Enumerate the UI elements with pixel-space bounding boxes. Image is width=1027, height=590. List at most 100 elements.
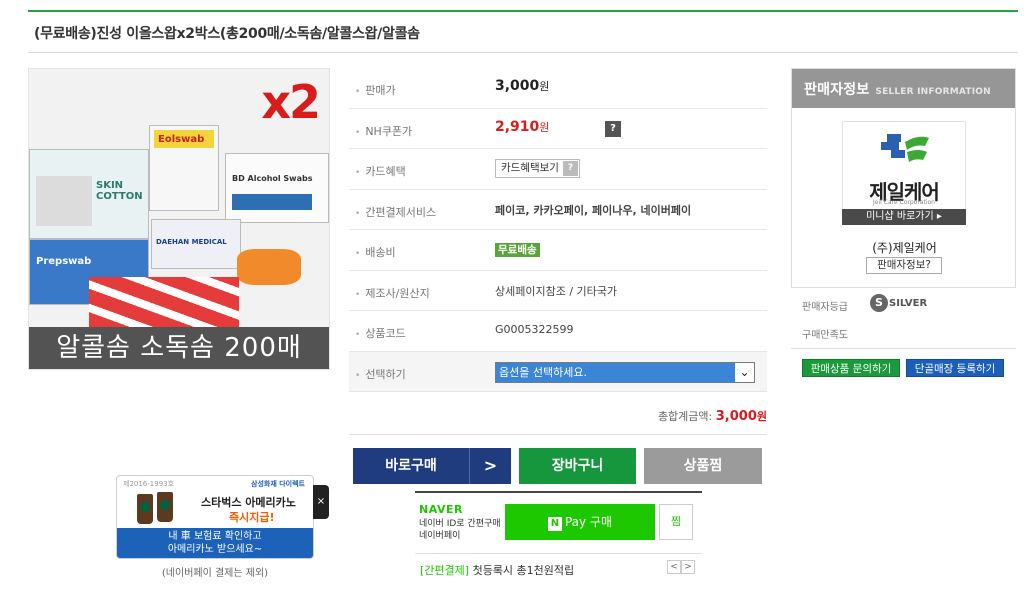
buy-now-label: 바로구매 bbox=[385, 458, 437, 474]
shipping-value: 무료배송 bbox=[495, 242, 540, 257]
silver-grade-icon: S bbox=[870, 294, 888, 312]
row-card-benefit: 카드혜택 카드혜택보기? bbox=[349, 149, 767, 190]
question-icon: ? bbox=[562, 161, 578, 176]
image-box-skin-cotton: SKIN COTTON bbox=[29, 149, 149, 239]
seller-heading-en: SELLER INFORMATION bbox=[875, 87, 991, 97]
coffee-cup-icon bbox=[157, 492, 173, 522]
seller-heading-ko: 판매자정보 bbox=[804, 82, 870, 98]
easy-pay-value: 페이코, 카카오페이, 페이나우, 네이버페이 bbox=[495, 203, 692, 217]
image-badge-x2: x2 bbox=[261, 75, 321, 129]
prev-icon[interactable]: < bbox=[667, 560, 681, 574]
row-option-select: 선택하기 옵션을 선택하세요. ⌄ bbox=[349, 351, 767, 392]
image-box-label-prepswab: Prepswab bbox=[36, 256, 92, 267]
easy-pay-label: 간편결제서비스 bbox=[355, 204, 436, 220]
option-select-value: 옵션을 선택하세요. bbox=[499, 365, 587, 379]
wishlist-button[interactable]: 상품찜 bbox=[644, 448, 762, 484]
naver-desc-line1: 네이버 ID로 간편구매 bbox=[419, 519, 501, 529]
row-coupon-price: NH쿠폰가 2,910원 ? bbox=[349, 109, 767, 149]
ad-note: (네이버페이 결제는 제외) bbox=[161, 568, 269, 579]
add-to-cart-button[interactable]: 장바구니 bbox=[519, 448, 636, 484]
option-select-label: 선택하기 bbox=[355, 366, 405, 382]
top-accent-bar bbox=[28, 10, 1018, 12]
product-inquiry-button[interactable]: 판매상품 문의하기 bbox=[802, 359, 900, 377]
row-price: 판매가 3,000원 bbox=[349, 68, 767, 109]
shipping-label: 배송비 bbox=[355, 244, 395, 260]
close-icon[interactable]: × bbox=[313, 485, 329, 519]
naver-footer-body: 첫등록시 총1천원적립 bbox=[469, 564, 575, 577]
naver-pay-box: NAVER 네이버 ID로 간편구매 네이버페이 N Pay 구매 찜 bbox=[415, 491, 702, 549]
naver-pay-footer: [간편결제] 첫등록시 총1천원적립 < > bbox=[415, 553, 702, 581]
seller-grade-label: 판매자등급 bbox=[802, 302, 848, 313]
satisfaction-label: 구매만족도 bbox=[802, 330, 848, 341]
row-easy-pay: 간편결제서비스 페이코, 카카오페이, 페이나우, 네이버페이 bbox=[349, 190, 767, 230]
image-caption: 알콜솜 소독솜 200매 bbox=[29, 327, 329, 369]
ad-cta-line2: 아메리카노 받으세요~ bbox=[167, 544, 263, 555]
ad-cta-line1: 내 車 보험료 확인하고 bbox=[168, 531, 262, 542]
manufacturer-label: 제조사/원산지 bbox=[355, 285, 429, 301]
seller-grade-badge: S SILVER bbox=[870, 294, 927, 312]
total-amount: 총합계금액: 3,000원 bbox=[349, 408, 767, 424]
image-jar bbox=[237, 249, 301, 285]
product-title: (무료배송)진성 이올스왑x2박스(총200매/소독솜/알콜스왑/알콜솜 bbox=[34, 26, 420, 42]
naver-footer-tag: [간편결제] bbox=[420, 564, 470, 577]
total-value: 3,000원 bbox=[716, 409, 767, 424]
price-number: 3,000 bbox=[495, 78, 540, 94]
seller-grade-value: SILVER bbox=[889, 297, 928, 309]
option-select[interactable]: 옵션을 선택하세요. ⌄ bbox=[495, 361, 755, 383]
naver-pay-button[interactable]: N Pay 구매 bbox=[505, 504, 655, 540]
image-box-stripe bbox=[232, 194, 312, 210]
product-code-label: 상품코드 bbox=[355, 325, 405, 341]
seller-logo-subtext: Jeil Care Corporation bbox=[873, 199, 935, 206]
row-shipping: 배송비 무료배송 bbox=[349, 230, 767, 271]
seller-info-button[interactable]: 판매자정보? bbox=[866, 257, 942, 274]
image-box-label-bd: BD Alcohol Swabs bbox=[232, 174, 313, 183]
card-benefit-button[interactable]: 카드혜택보기? bbox=[495, 159, 580, 178]
coffee-cup-icon bbox=[137, 494, 153, 524]
ad-subheadline: 즉시지급! bbox=[229, 511, 275, 524]
chevron-down-icon: ⌄ bbox=[735, 362, 754, 382]
naver-footer-text: [간편결제] 첫등록시 총1천원적립 bbox=[420, 562, 574, 578]
image-box-label-eolswab: Eolswab bbox=[158, 134, 205, 145]
title-divider bbox=[28, 52, 1018, 53]
image-cotton-pad bbox=[36, 176, 92, 226]
coffee-cups-icon bbox=[135, 488, 177, 528]
minishop-button[interactable]: 미니샵 바로가기 ▸ bbox=[842, 209, 966, 225]
add-favorite-store-button[interactable]: 단골매장 등록하기 bbox=[906, 359, 1004, 377]
manufacturer-value: 상세페이지참조 / 기타국가 bbox=[495, 284, 618, 298]
product-image[interactable]: SKIN COTTON Eolswab BD Alcohol Swabs Pre… bbox=[28, 68, 330, 370]
coupon-number: 2,910 bbox=[495, 118, 540, 135]
price-label: 판매가 bbox=[355, 82, 395, 98]
naver-desc-line2: 네이버페이 bbox=[419, 531, 461, 541]
buy-now-button[interactable]: 바로구매 > bbox=[353, 448, 511, 484]
card-benefit-button-label: 카드혜택보기 bbox=[501, 162, 559, 174]
arrow-right-icon: > bbox=[469, 448, 511, 484]
jeil-care-logo-icon bbox=[881, 134, 929, 162]
total-number: 3,000 bbox=[715, 409, 757, 424]
ad-advertiser: 삼성화재 다이렉트 bbox=[251, 480, 305, 488]
image-box-daehan: DAEHAN MEDICAL bbox=[151, 219, 241, 269]
naver-n-icon: N bbox=[547, 517, 562, 531]
naver-zzim-button[interactable]: 찜 bbox=[659, 504, 693, 540]
naver-description: 네이버 ID로 간편구매네이버페이 bbox=[419, 518, 501, 542]
image-swab-packets bbox=[89, 277, 239, 327]
row-manufacturer: 제조사/원산지 상세페이지참조 / 기타국가 bbox=[349, 271, 767, 311]
total-unit: 원 bbox=[756, 410, 767, 423]
row-product-code: 상품코드 G0005322599 bbox=[349, 311, 767, 352]
seller-name: (주)제일케어 bbox=[872, 241, 937, 255]
coupon-unit: 원 bbox=[539, 120, 550, 134]
ad-banner[interactable]: 제2016-1993호 삼성화재 다이렉트 스타벅스 아메리카노 즉시지급! 내… bbox=[116, 475, 314, 559]
card-benefit-label: 카드혜택 bbox=[355, 163, 405, 179]
image-box-label-daehan: DAEHAN MEDICAL bbox=[156, 238, 227, 246]
ad-cta: 내 車 보험료 확인하고아메리카노 받으세요~ bbox=[117, 528, 313, 558]
total-divider bbox=[349, 434, 767, 435]
coupon-value: 2,910원 bbox=[495, 119, 549, 135]
next-icon[interactable]: > bbox=[681, 560, 695, 574]
seller-divider bbox=[791, 348, 1016, 349]
price-value: 3,000원 bbox=[495, 78, 549, 94]
product-code-value: G0005322599 bbox=[495, 323, 574, 336]
product-info-table: 판매가 3,000원 NH쿠폰가 2,910원 ? 카드혜택 카드혜택보기? 간… bbox=[349, 68, 767, 392]
coupon-help-icon[interactable]: ? bbox=[605, 120, 621, 137]
naver-pay-label: Pay 구매 bbox=[564, 515, 613, 529]
seller-heading: 판매자정보 SELLER INFORMATION bbox=[792, 69, 1015, 108]
image-box-eolswab: Eolswab bbox=[149, 125, 219, 211]
